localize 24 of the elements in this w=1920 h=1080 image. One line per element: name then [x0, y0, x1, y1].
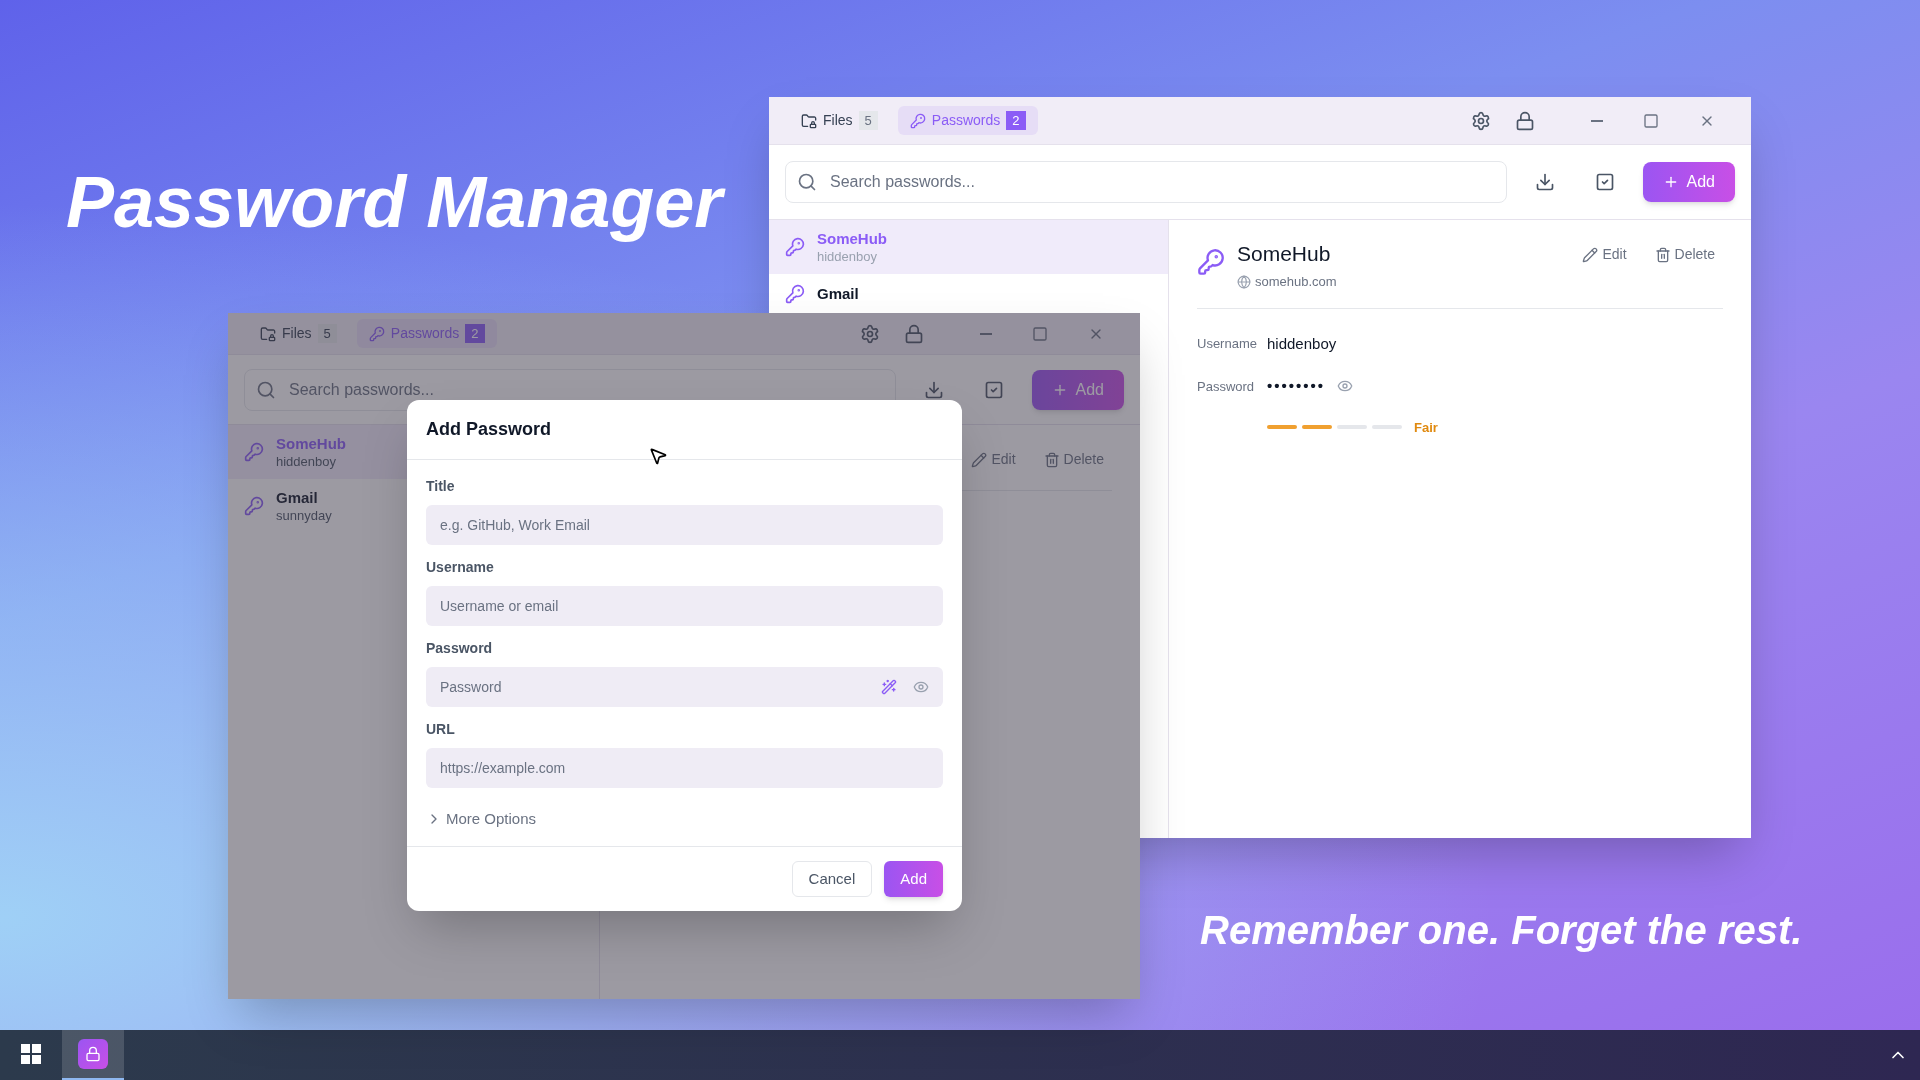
count-badge: 2: [465, 323, 485, 344]
field-label: URL: [426, 720, 456, 739]
field-label: Username: [1197, 335, 1258, 353]
field-value: ••••••••: [1267, 376, 1325, 396]
field-label: Password: [1197, 377, 1256, 396]
entry-heading: SomeHub: [1237, 241, 1332, 267]
entry-username: hiddenboy: [276, 454, 337, 470]
entry-title: SomeHub: [817, 229, 887, 249]
entry-url: somehub.com: [1255, 273, 1337, 291]
entry-title: Gmail: [276, 488, 319, 508]
count-badge: 5: [317, 323, 337, 344]
field-label: Title: [426, 477, 456, 496]
field-label: Password: [426, 639, 494, 658]
count-badge: 5: [858, 110, 878, 131]
entry-title: Gmail: [817, 283, 859, 304]
entry-username: hiddenboy: [817, 249, 878, 265]
field-label: Username: [426, 558, 495, 577]
strength-label: Fair: [1414, 418, 1438, 437]
entry-username: sunnyday: [276, 508, 332, 524]
dialog-title: Add Password: [426, 418, 552, 441]
entry-title: SomeHub: [276, 434, 346, 454]
count-badge: 2: [1006, 110, 1026, 131]
tagline: Remember one. Forget the rest.: [1200, 907, 1803, 954]
field-value: hiddenboy: [1267, 333, 1337, 354]
